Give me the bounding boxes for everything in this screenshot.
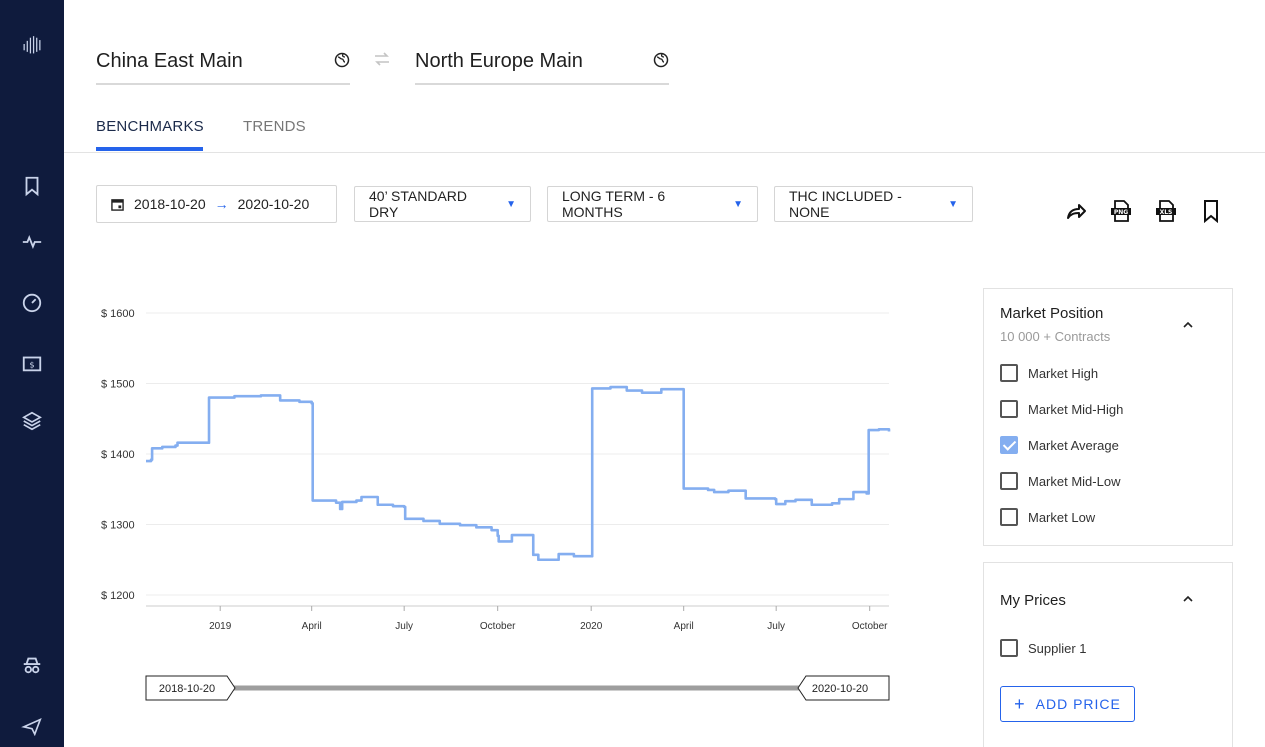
my-prices-panel: My Prices Supplier 1 + ADD PRICE: [983, 562, 1233, 747]
date-to: 2020-10-20: [237, 196, 310, 212]
wallet-icon[interactable]: $: [18, 349, 46, 377]
chevron-up-icon[interactable]: [1182, 319, 1194, 331]
range-end-label: 2020-10-20: [812, 683, 868, 695]
bookmark-icon[interactable]: [1199, 199, 1223, 223]
y-tick-label: $ 1200: [101, 590, 135, 602]
globe-icon[interactable]: [653, 52, 669, 68]
share-icon[interactable]: [1064, 199, 1088, 223]
swap-icon[interactable]: [373, 52, 391, 66]
date-from: 2018-10-20: [134, 196, 206, 212]
option-market-low[interactable]: Market Low: [1000, 507, 1095, 527]
series-line: [146, 385, 891, 562]
market-position-panel: Market Position 10 000 + Contracts Marke…: [983, 288, 1233, 546]
thc-value: THC INCLUDED - NONE: [789, 188, 902, 220]
png-export-icon[interactable]: PNG: [1109, 199, 1133, 223]
origin-field[interactable]: China East Main: [96, 40, 350, 85]
airplane-icon[interactable]: [18, 711, 46, 739]
svg-text:$: $: [29, 360, 34, 370]
checkbox[interactable]: [1000, 364, 1018, 382]
x-tick-label: 2019: [209, 621, 232, 632]
origin-value: China East Main: [96, 50, 243, 72]
tab-benchmarks[interactable]: BENCHMARKS: [96, 118, 204, 135]
y-tick-label: $ 1400: [101, 449, 135, 461]
globe-icon[interactable]: [334, 52, 350, 68]
x-tick-label: April: [302, 621, 322, 632]
plus-icon: +: [1014, 693, 1026, 714]
speedometer-icon[interactable]: [18, 288, 46, 316]
layers-icon[interactable]: [18, 407, 46, 435]
tab-trends[interactable]: TRENDS: [243, 118, 306, 135]
active-tab-indicator: [96, 147, 203, 151]
option-market-mid-low[interactable]: Market Mid-Low: [1000, 471, 1120, 491]
x-tick-label: July: [767, 621, 785, 632]
logo-icon[interactable]: [18, 30, 46, 58]
x-tick-label: October: [480, 621, 516, 632]
calendar-icon: [111, 198, 124, 211]
activity-icon[interactable]: [18, 228, 46, 256]
add-price-button[interactable]: + ADD PRICE: [1000, 686, 1135, 722]
xls-export-icon[interactable]: XLS: [1154, 199, 1178, 223]
svg-text:XLS: XLS: [1160, 209, 1173, 216]
destination-field[interactable]: North Europe Main: [415, 40, 669, 85]
incognito-icon[interactable]: [18, 651, 46, 679]
checkbox-checked[interactable]: [1000, 436, 1018, 454]
price-chart-svg: $ 1600 $ 1500 $ 1400 $ 1300 $ 1200 2019 April J…: [101, 308, 891, 701]
term-value: LONG TERM - 6 MONTHS: [562, 188, 666, 220]
bookmark-icon[interactable]: [18, 172, 46, 200]
option-market-mid-high[interactable]: Market Mid-High: [1000, 399, 1123, 419]
option-market-high[interactable]: Market High: [1000, 363, 1098, 383]
y-tick-label: $ 1600: [101, 308, 135, 320]
checkbox[interactable]: [1000, 639, 1018, 657]
date-range-picker[interactable]: 2018-10-20 → 2020-10-20: [96, 185, 337, 223]
market-position-title: Market Position: [1000, 305, 1104, 322]
chevron-up-icon[interactable]: [1182, 593, 1194, 605]
chevron-down-icon: ▼: [948, 198, 958, 210]
checkbox[interactable]: [1000, 400, 1018, 418]
y-tick-label: $ 1500: [101, 379, 135, 391]
thc-dropdown[interactable]: THC INCLUDED - NONE ▼: [774, 186, 973, 222]
container-type-dropdown[interactable]: 40’ STANDARD DRY ▼: [354, 186, 531, 222]
y-tick-label: $ 1300: [101, 520, 135, 532]
option-supplier-1[interactable]: Supplier 1: [1000, 638, 1087, 658]
sidebar: $: [0, 0, 64, 747]
container-type-value: 40’ STANDARD DRY: [369, 188, 468, 220]
range-start-label: 2018-10-20: [159, 683, 215, 695]
x-tick-label: October: [852, 621, 888, 632]
market-position-subtitle: 10 000 + Contracts: [1000, 329, 1111, 344]
my-prices-title: My Prices: [1000, 592, 1066, 609]
term-dropdown[interactable]: LONG TERM - 6 MONTHS ▼: [547, 186, 758, 222]
svg-text:PNG: PNG: [1114, 209, 1128, 216]
chevron-down-icon: ▼: [506, 198, 516, 210]
checkbox[interactable]: [1000, 508, 1018, 526]
x-tick-label: April: [674, 621, 694, 632]
option-market-average[interactable]: Market Average: [1000, 435, 1119, 455]
x-tick-label: 2020: [580, 621, 603, 632]
destination-value: North Europe Main: [415, 50, 583, 72]
chevron-down-icon: ▼: [733, 198, 743, 210]
x-tick-label: July: [395, 621, 413, 632]
arrow-right-icon: →: [214, 196, 229, 212]
price-chart: $ 1600 $ 1500 $ 1400 $ 1300 $ 1200 2019 April J…: [96, 290, 896, 710]
checkbox[interactable]: [1000, 472, 1018, 490]
tabs-divider: [64, 152, 1265, 153]
